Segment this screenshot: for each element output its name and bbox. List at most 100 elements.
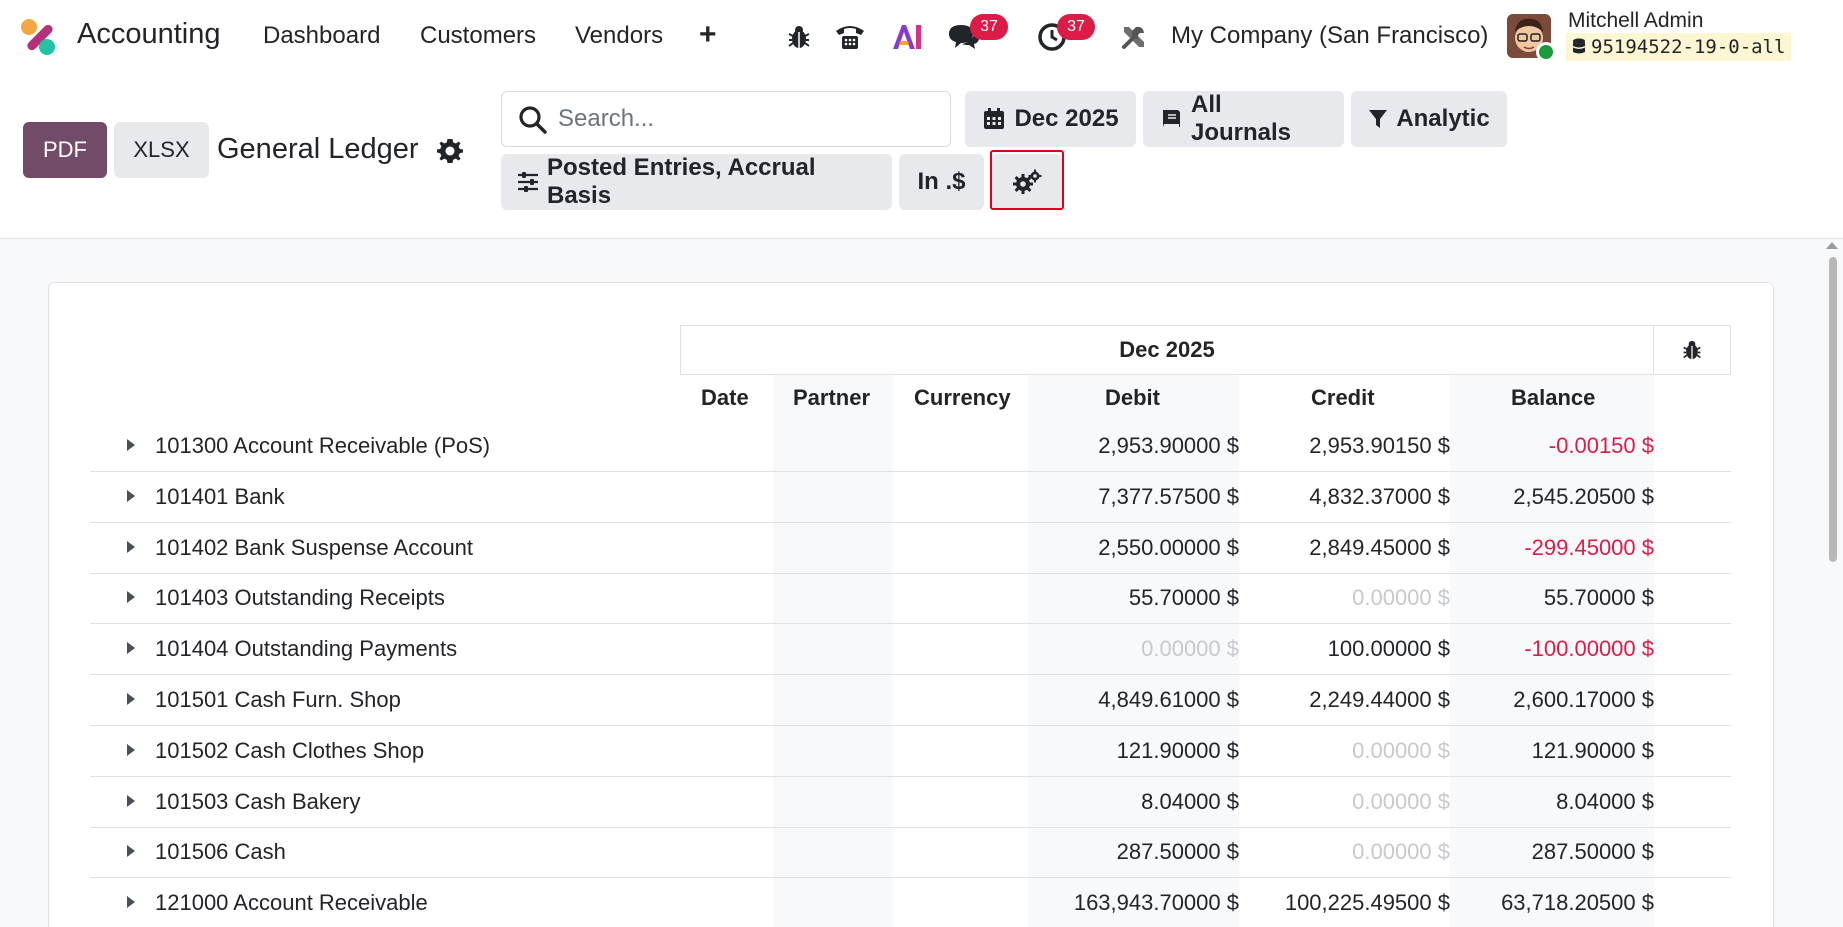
account-name[interactable]: 101300 Account Receivable (PoS) (155, 433, 490, 459)
date-filter-button[interactable]: Dec 2025 (965, 91, 1136, 147)
analytic-filter-button[interactable]: Analytic (1351, 91, 1507, 147)
page-title: General Ledger (217, 133, 419, 165)
menu-dashboard[interactable]: Dashboard (263, 22, 380, 50)
ledger-row[interactable]: 101502 Cash Clothes Shop 121.90000 $ 0.000… (90, 726, 1731, 777)
options-filter-button[interactable]: Posted Entries, Accrual Basis (501, 154, 892, 210)
account-name[interactable]: 101403 Outstanding Receipts (155, 585, 445, 611)
journals-filter-label: All Journals (1191, 91, 1292, 146)
search-box (501, 91, 951, 147)
journals-filter-button[interactable]: All Journals (1143, 91, 1344, 147)
debug-column-header[interactable] (1654, 325, 1731, 375)
balance-value: -0.00150 $ (1548, 433, 1654, 458)
database-name: 95194522-19-0-all (1591, 36, 1786, 58)
account-name[interactable]: 101501 Cash Furn. Shop (155, 687, 401, 713)
column-header-date[interactable]: Date (701, 385, 749, 411)
ledger-row[interactable]: 101403 Outstanding Receipts 55.70000 $ 0.0… (90, 573, 1731, 625)
credit-value: 0.00000 $ (1352, 737, 1450, 763)
messages-badge: 37 (970, 14, 1008, 40)
period-header: Dec 2025 (680, 325, 1654, 375)
xlsx-button[interactable]: XLSX (114, 122, 209, 178)
debit-value: 2,550.00000 $ (1098, 534, 1239, 560)
user-name[interactable]: Mitchell Admin (1568, 9, 1703, 33)
debit-value: 8.04000 $ (1141, 788, 1239, 814)
debit-value: 287.50000 $ (1116, 839, 1239, 865)
account-name[interactable]: 101401 Bank (155, 484, 285, 510)
account-name[interactable]: 101503 Cash Bakery (155, 789, 360, 815)
debit-value: 7,377.57500 $ (1098, 483, 1239, 509)
column-header-balance[interactable]: Balance (1511, 385, 1595, 411)
debit-value: 163,943.70000 $ (1073, 890, 1239, 916)
scroll-up-arrow[interactable] (1826, 242, 1838, 249)
ai-icon[interactable] (890, 18, 924, 56)
balance-value: 55.70000 $ (1543, 585, 1654, 611)
balance-value: 121.90000 $ (1531, 737, 1654, 763)
gear-icon[interactable] (437, 138, 463, 164)
caret-right-icon[interactable] (126, 590, 136, 604)
balance-value: 2,545.20500 $ (1513, 483, 1654, 509)
caret-right-icon[interactable] (126, 489, 136, 503)
credit-value: 0.00000 $ (1352, 839, 1450, 865)
credit-value: 0.00000 $ (1352, 585, 1450, 611)
debug-bug-icon[interactable] (782, 18, 816, 56)
caret-right-icon[interactable] (126, 794, 136, 808)
credit-value: 100,225.49500 $ (1284, 890, 1450, 916)
currency-filter-button[interactable]: In .$ (899, 154, 984, 210)
vertical-scrollbar[interactable] (1829, 257, 1837, 562)
debit-value: 55.70000 $ (1128, 585, 1239, 611)
balance-value: 8.04000 $ (1556, 788, 1654, 814)
column-header-partner[interactable]: Partner (793, 385, 870, 411)
ledger-row[interactable]: 101503 Cash Bakery 8.04000 $ 0.00000 $ 8.04… (90, 777, 1731, 828)
phone-icon[interactable] (833, 18, 867, 56)
sliders-icon (518, 172, 538, 192)
credit-value: 4,832.37000 $ (1309, 483, 1450, 509)
account-name[interactable]: 101404 Outstanding Payments (155, 636, 457, 662)
credit-value: 2,953.90150 $ (1309, 433, 1450, 458)
accounting-app-icon[interactable] (20, 18, 58, 56)
menu-vendors[interactable]: Vendors (575, 22, 663, 50)
account-name[interactable]: 101402 Bank Suspense Account (155, 535, 473, 561)
funnel-icon (1369, 110, 1388, 128)
date-filter-label: Dec 2025 (1014, 105, 1119, 132)
debit-value: 4,849.61000 $ (1098, 687, 1239, 712)
caret-right-icon[interactable] (126, 895, 136, 909)
analytic-filter-label: Analytic (1396, 105, 1490, 132)
balance-value: 63,718.20500 $ (1501, 890, 1654, 916)
app-title[interactable]: Accounting (77, 18, 221, 51)
quick-create-plus-icon[interactable]: + (699, 18, 717, 52)
column-header-credit[interactable]: Credit (1311, 385, 1375, 411)
pdf-button[interactable]: PDF (23, 122, 107, 178)
caret-right-icon[interactable] (126, 438, 136, 452)
search-icon[interactable] (518, 105, 548, 135)
currency-filter-label: In .$ (917, 168, 966, 195)
company-switcher[interactable]: My Company (San Francisco) (1171, 22, 1488, 50)
balance-value: -299.45000 $ (1524, 534, 1654, 560)
ledger-row[interactable]: 101404 Outstanding Payments 0.00000 $ 100.… (90, 624, 1731, 676)
options-filter-label: Posted Entries, Accrual Basis (547, 154, 816, 209)
ledger-row[interactable]: 101401 Bank 7,377.57500 $ 4,832.37000 $ 2,5… (90, 472, 1731, 523)
debit-value: 121.90000 $ (1116, 737, 1239, 763)
account-name[interactable]: 121000 Account Receivable (155, 890, 428, 916)
bug-icon (1683, 340, 1701, 360)
ledger-row[interactable]: 101501 Cash Furn. Shop 4,849.61000 $ 2,249… (90, 675, 1731, 726)
caret-right-icon[interactable] (126, 540, 136, 554)
settings-tools-icon[interactable] (1117, 18, 1151, 56)
caret-right-icon[interactable] (126, 692, 136, 706)
ledger-row[interactable]: 121000 Account Receivable 163,943.70000 $… (90, 878, 1731, 927)
ledger-row[interactable]: 101402 Bank Suspense Account 2,550.00000 … (90, 523, 1731, 574)
credit-value: 2,249.44000 $ (1309, 687, 1450, 712)
menu-customers[interactable]: Customers (420, 22, 536, 50)
caret-right-icon[interactable] (126, 641, 136, 655)
caret-right-icon[interactable] (126, 743, 136, 757)
online-status-dot (1536, 42, 1556, 62)
account-name[interactable]: 101502 Cash Clothes Shop (155, 738, 424, 764)
database-icon (1573, 38, 1585, 54)
ledger-row[interactable]: 101506 Cash 287.50000 $ 0.00000 $ 287.50000… (90, 827, 1731, 879)
column-header-debit[interactable]: Debit (1105, 385, 1160, 411)
search-input[interactable] (558, 100, 938, 138)
credit-value: 100.00000 $ (1327, 636, 1450, 662)
account-name[interactable]: 101506 Cash (155, 839, 286, 865)
caret-right-icon[interactable] (126, 844, 136, 858)
column-header-currency[interactable]: Currency (914, 385, 1011, 411)
ledger-row[interactable]: 101300 Account Receivable (PoS) 2,953.900… (90, 421, 1731, 472)
credit-value: 2,849.45000 $ (1309, 534, 1450, 560)
